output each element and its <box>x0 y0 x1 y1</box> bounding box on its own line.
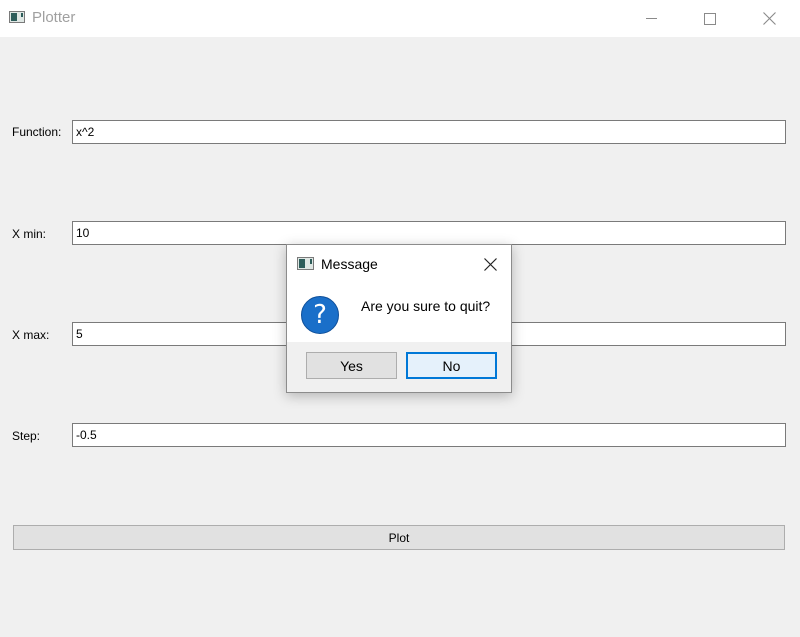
dialog-close-button[interactable] <box>479 255 501 273</box>
yes-button-label: Yes <box>340 357 363 374</box>
xmin-label: X min: <box>12 227 47 241</box>
plot-button[interactable]: Plot <box>13 525 785 550</box>
dialog-title: Message <box>321 256 378 272</box>
window-title: Plotter <box>32 9 76 26</box>
step-label: Step: <box>12 429 41 443</box>
step-input[interactable]: -0.5 <box>72 423 786 447</box>
close-window-button[interactable] <box>740 0 798 37</box>
xmin-input[interactable]: 10 <box>72 221 786 245</box>
app-window-icon <box>9 11 25 23</box>
function-label: Function: <box>12 125 62 139</box>
dialog-message: Are you sure to quit? <box>361 298 491 314</box>
xmax-label: X max: <box>12 328 50 342</box>
maximize-icon <box>704 12 716 25</box>
dialog-button-bar: Yes No <box>287 342 511 392</box>
close-icon <box>483 257 497 271</box>
dialog-app-icon <box>297 257 314 270</box>
maximize-button[interactable] <box>681 0 739 37</box>
plot-button-label: Plot <box>388 530 410 545</box>
no-button-label: No <box>442 357 461 374</box>
yes-button[interactable]: Yes <box>306 352 397 379</box>
close-icon <box>762 12 776 25</box>
function-input[interactable]: x^2 <box>72 120 786 144</box>
title-bar: Plotter <box>0 0 800 37</box>
minimize-button[interactable] <box>622 0 680 37</box>
quit-confirmation-dialog: Message ? Are you sure to quit? Yes No <box>286 244 512 393</box>
question-icon: ? <box>301 296 339 334</box>
minimize-icon <box>645 18 657 19</box>
no-button[interactable]: No <box>406 352 497 379</box>
